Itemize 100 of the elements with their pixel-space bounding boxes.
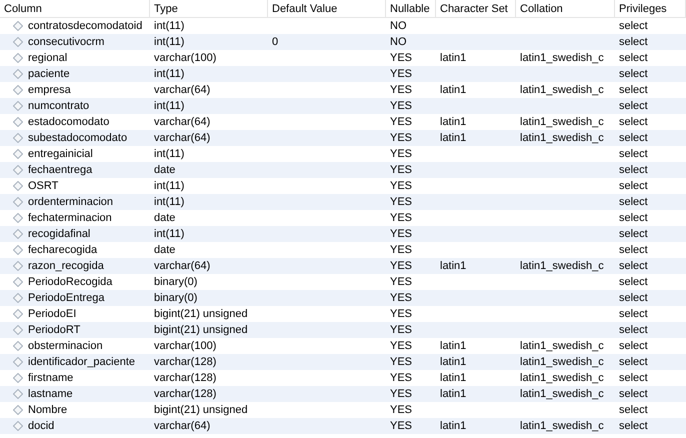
table-cell-text: binary(0) (154, 274, 198, 290)
table-cell-text: int(11) (154, 146, 184, 162)
table-cell-text: bigint(21) unsigned (154, 306, 248, 322)
table-cell-text: YES (390, 114, 412, 130)
table-cell-text: select (619, 98, 648, 114)
column-name: empresa (28, 82, 71, 98)
column-name: PeriodoRT (28, 322, 80, 338)
column-header[interactable]: Character Set (436, 0, 508, 18)
table-cell-text: date (154, 242, 176, 258)
table-cell-text: latin1_swedish_c (520, 82, 604, 98)
table-cell-text: YES (390, 418, 412, 434)
table-cell-text: select (619, 162, 648, 178)
table-cell-text: select (619, 290, 648, 306)
column-name: regional (28, 50, 68, 66)
table-cell-text: latin1 (440, 386, 466, 402)
table-cell-text: latin1_swedish_c (520, 354, 604, 370)
table-cell-text: YES (390, 98, 412, 114)
table-cell-text: latin1_swedish_c (520, 114, 604, 130)
table-cell-text: YES (390, 130, 412, 146)
table-cell-text: varchar(100) (154, 338, 216, 354)
table-cell-text: YES (390, 386, 412, 402)
table-cell-text: YES (390, 258, 412, 274)
table-cell-text: latin1 (440, 418, 466, 434)
table-cell-text: date (154, 162, 176, 178)
table-cell-text: latin1 (440, 82, 466, 98)
column-name: ordenterminacion (28, 194, 113, 210)
column-name: consecutivocrm (28, 34, 104, 50)
table-cell-text: select (619, 306, 648, 322)
table-cell-text: latin1 (440, 258, 466, 274)
table-cell-text: NO (390, 18, 406, 34)
table-cell-text: select (619, 258, 648, 274)
column-name: PeriodoRecogida (28, 274, 112, 290)
table-cell-text: int(11) (154, 18, 184, 34)
table-cell-text: select (619, 50, 648, 66)
column-name: PeriodoEntrega (28, 290, 104, 306)
column-name: Nombre (28, 402, 68, 418)
table-cell-text: date (154, 210, 176, 226)
column-header[interactable]: Nullable (386, 0, 430, 18)
table-cell-text: varchar(100) (154, 50, 216, 66)
table-cell-text: select (619, 226, 648, 242)
column-name: paciente (28, 66, 70, 82)
table-cell-text: latin1_swedish_c (520, 258, 604, 274)
table-cell-text: int(11) (154, 98, 184, 114)
table-cell-text: select (619, 178, 648, 194)
table-cell-text: varchar(64) (154, 418, 210, 434)
column-name: recogidafinal (28, 226, 90, 242)
table-cell-text: varchar(128) (154, 370, 216, 386)
table-cell-text: select (619, 66, 648, 82)
table-cell-text: YES (390, 146, 412, 162)
table-cell-text: select (619, 130, 648, 146)
table-cell-text: select (619, 370, 648, 386)
table-cell-text: varchar(128) (154, 386, 216, 402)
table-cell-text: select (619, 114, 648, 130)
column-name: obsterminacion (28, 338, 103, 354)
table-cell-text: select (619, 402, 648, 418)
table-cell-text: YES (390, 82, 412, 98)
table-cell-text: varchar(128) (154, 354, 216, 370)
table-cell-text: YES (390, 338, 412, 354)
table-cell-text: latin1_swedish_c (520, 386, 604, 402)
table-cell-text: YES (390, 66, 412, 82)
table-cell-text: YES (390, 274, 412, 290)
column-name: lastname (28, 386, 73, 402)
table-cell-text: YES (390, 322, 412, 338)
table-cell-text: select (619, 338, 648, 354)
column-name: contratosdecomodatoid (28, 18, 142, 34)
table-cell-text: int(11) (154, 194, 184, 210)
table-cell-text: select (619, 418, 648, 434)
column-header[interactable]: Privileges (615, 0, 667, 18)
table-cell-text: YES (390, 402, 412, 418)
table-cell-text: select (619, 386, 648, 402)
table-cell-text: latin1 (440, 130, 466, 146)
column-header[interactable]: Collation (516, 0, 563, 18)
table-cell-text: latin1 (440, 114, 466, 130)
column-name: fechaterminacion (28, 210, 112, 226)
table-cell-text: varchar(64) (154, 114, 210, 130)
table-cell-text: latin1_swedish_c (520, 50, 604, 66)
column-name: estadocomodato (28, 114, 110, 130)
table-cell-text: select (619, 82, 648, 98)
column-name: fecharecogida (28, 242, 98, 258)
table-cell-text: select (619, 274, 648, 290)
column-header[interactable]: Default Value (268, 0, 338, 18)
table-cell-text: int(11) (154, 66, 184, 82)
table-cell-text: select (619, 194, 648, 210)
table-cell-text: bigint(21) unsigned (154, 402, 248, 418)
table-cell-text: latin1 (440, 370, 466, 386)
column-header[interactable]: Column (0, 0, 42, 18)
column-name: docid (28, 418, 54, 434)
table-cell-text: YES (390, 162, 412, 178)
table-cell-text: int(11) (154, 34, 184, 50)
column-name: entregainicial (28, 146, 93, 162)
table-cell-text: latin1_swedish_c (520, 338, 604, 354)
table-cell-text: select (619, 242, 648, 258)
table-cell-text: varchar(64) (154, 258, 210, 274)
column-name: subestadocomodato (28, 130, 128, 146)
table-cell-text: select (619, 322, 648, 338)
column-header[interactable]: Type (150, 0, 178, 18)
table-cell-text: YES (390, 226, 412, 242)
table-cell-text: select (619, 18, 648, 34)
column-name: razon_recogida (28, 258, 104, 274)
table-cell-text: latin1 (440, 354, 466, 370)
